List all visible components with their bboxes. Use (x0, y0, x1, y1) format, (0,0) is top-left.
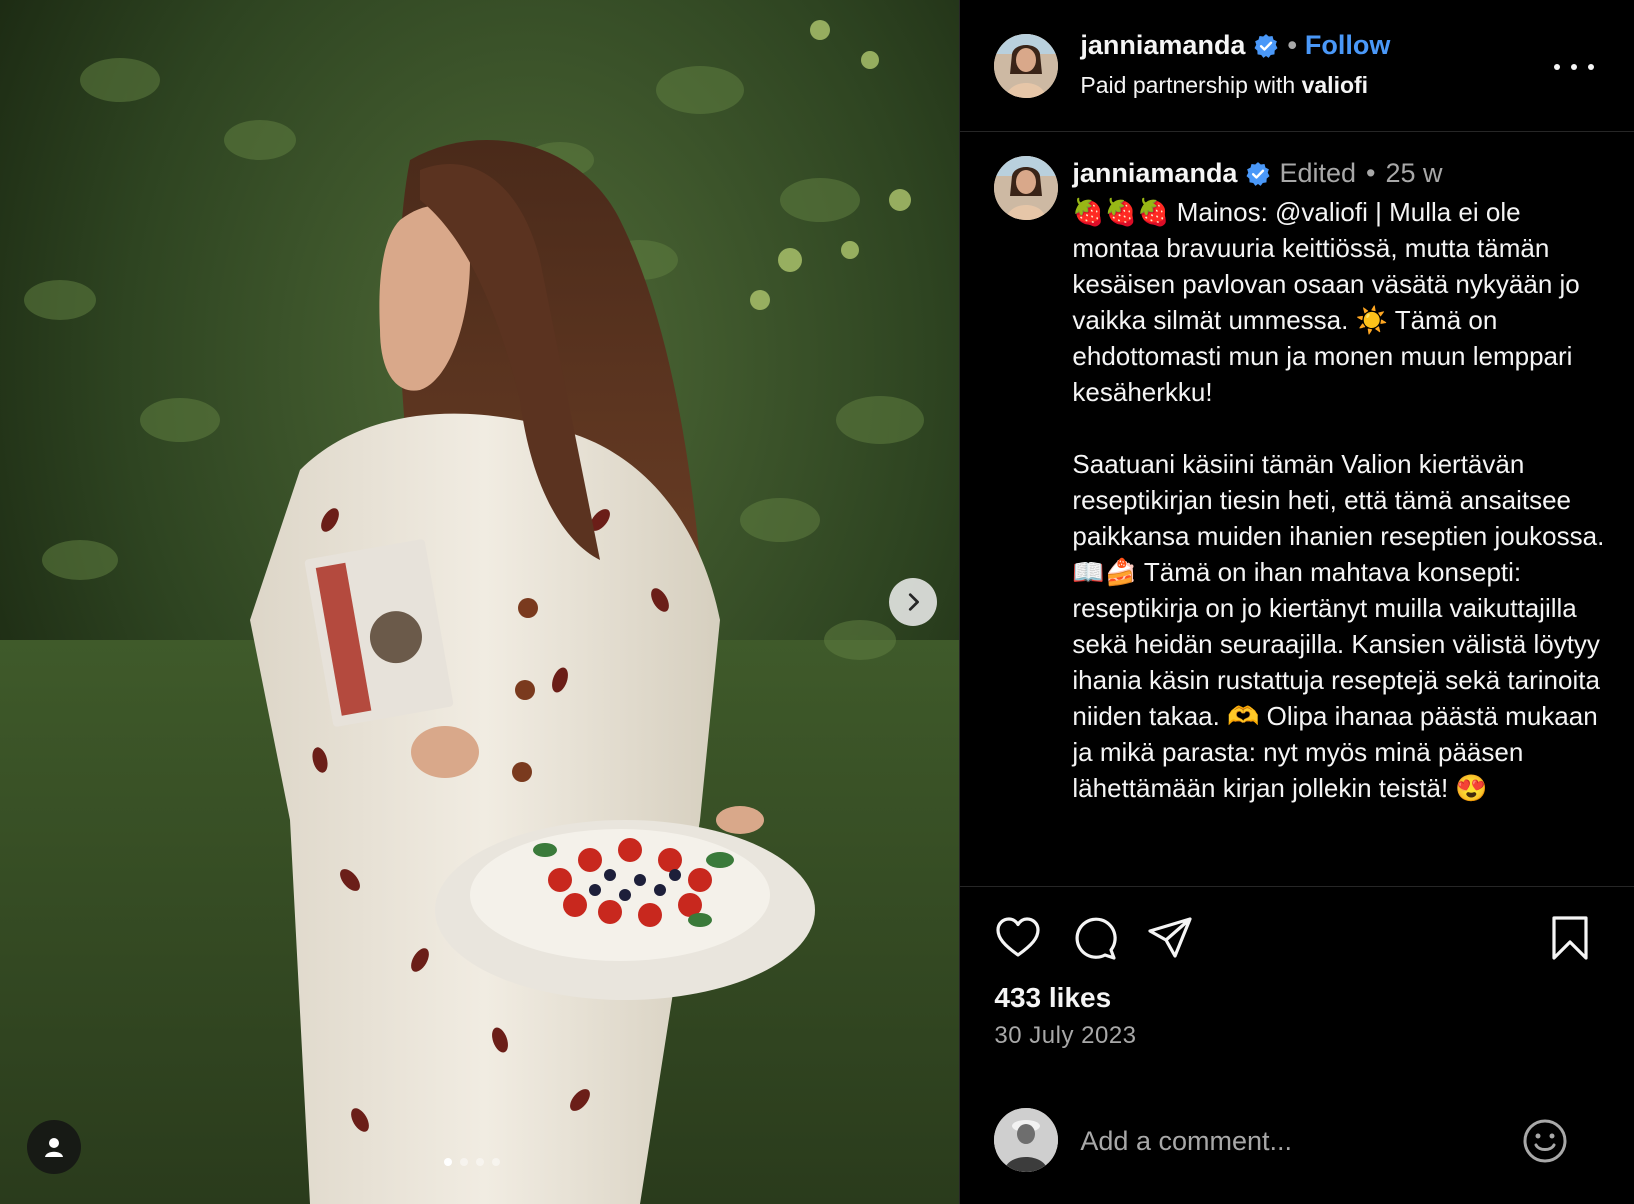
avatar-image (994, 1108, 1059, 1172)
more-options-icon (1554, 64, 1561, 70)
share-button[interactable] (1146, 914, 1194, 962)
more-options-icon (1571, 64, 1578, 70)
bookmark-icon (1552, 916, 1589, 960)
carousel-dot (444, 1158, 452, 1166)
partner-brand-link[interactable]: valiofi (1302, 72, 1368, 98)
caption-username[interactable]: janniamanda (1072, 158, 1237, 189)
comment-bubble-icon (1075, 917, 1118, 960)
header-user-line: janniamanda • Follow (1080, 30, 1390, 61)
carousel-dot (476, 1158, 484, 1166)
caption-author-avatar[interactable] (994, 156, 1059, 220)
caption-section: janniamanda Edited • 25 w 🍓🍓🍓 Mainos: @v… (960, 132, 1634, 887)
like-button[interactable] (994, 914, 1042, 962)
tagged-users-button[interactable] (27, 1120, 81, 1174)
header-separator: • (1287, 30, 1297, 60)
carousel-dot (492, 1158, 500, 1166)
save-button[interactable] (1546, 914, 1594, 962)
user-tag-icon (45, 1138, 63, 1157)
comment-input[interactable] (1078, 1120, 1513, 1162)
post-photo (0, 0, 960, 1204)
likes-count[interactable]: 433 likes (994, 982, 1111, 1014)
emoji-picker-button[interactable] (1522, 1118, 1568, 1164)
carousel-next-button[interactable] (889, 578, 937, 626)
carousel-indicator (444, 1158, 500, 1166)
more-options-button[interactable] (1554, 52, 1595, 82)
post-modal: janniamanda • Follow Paid partnership wi… (0, 0, 1634, 1204)
comment-button[interactable] (1070, 914, 1118, 962)
post-date[interactable]: 30 July 2023 (994, 1022, 1136, 1050)
avatar-image (994, 156, 1059, 220)
add-comment-row (960, 1108, 1634, 1174)
post-actions (994, 914, 1604, 964)
edited-label: Edited (1279, 158, 1357, 188)
smiley-icon (1523, 1119, 1567, 1163)
caption-paragraph: 🍓🍓🍓 Mainos: @valiofi | Mulla ei ole mont… (1072, 197, 1580, 407)
avatar-image (994, 34, 1059, 98)
caption-header: janniamanda Edited • 25 w (1072, 158, 1442, 189)
post-time-ago[interactable]: 25 w (1385, 158, 1442, 189)
carousel-dot (460, 1158, 468, 1166)
more-options-icon (1588, 64, 1595, 70)
partnership-prefix: Paid partnership with (1080, 72, 1296, 98)
chevron-right-icon (908, 593, 919, 611)
verified-badge-icon (1253, 33, 1279, 59)
post-details-panel: janniamanda • Follow Paid partnership wi… (959, 0, 1634, 1204)
verified-badge-icon (1245, 161, 1271, 187)
caption-separator: • (1366, 158, 1376, 188)
follow-button[interactable]: Follow (1305, 30, 1390, 61)
caption-paragraph: Saatuani käsiini tämän Valion kiertävän … (1072, 449, 1605, 803)
post-media[interactable] (0, 0, 960, 1204)
heart-icon (996, 917, 1041, 957)
paper-plane-icon (1148, 917, 1193, 958)
author-username[interactable]: janniamanda (1080, 30, 1245, 61)
caption-text: 🍓🍓🍓 Mainos: @valiofi | Mulla ei ole mont… (1072, 194, 1612, 806)
post-header: janniamanda • Follow Paid partnership wi… (960, 0, 1634, 132)
author-avatar[interactable] (994, 34, 1059, 98)
viewer-avatar (994, 1108, 1059, 1172)
paid-partnership-label: Paid partnership with valiofi (1080, 72, 1368, 99)
